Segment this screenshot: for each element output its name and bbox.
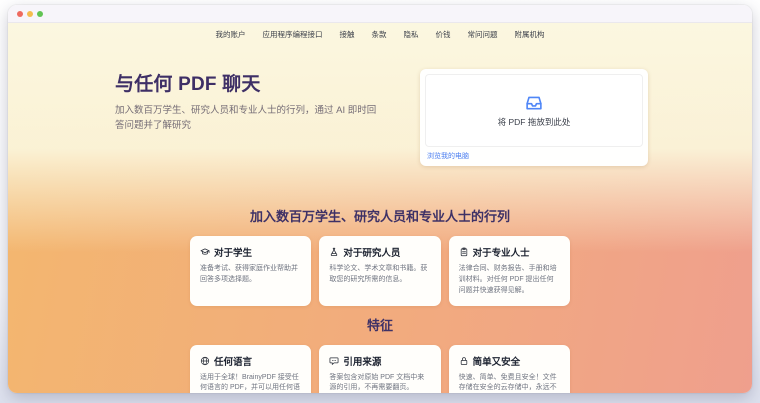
- card-title: 引用来源: [343, 354, 381, 368]
- card-title: 简单又安全: [473, 354, 521, 368]
- card-body: 快速、简单、免费且安全！文件存储在安全的云存储中，永远不会共享。: [459, 373, 560, 393]
- clipboard-icon: [459, 247, 469, 257]
- card-title: 任何语言: [214, 354, 252, 368]
- inbox-icon: [524, 93, 544, 113]
- card-body: 准备考试、获得家庭作业帮助并回答多项选择题。: [200, 264, 301, 286]
- card-body: 答案包含对原始 PDF 文档中来源的引用，不再需要翻页。: [329, 373, 430, 393]
- card-title: 对于专业人士: [473, 245, 530, 259]
- pdf-dropzone[interactable]: 将 PDF 拖放到此处: [425, 74, 643, 147]
- dropzone-label: 将 PDF 拖放到此处: [498, 116, 571, 128]
- minimize-button[interactable]: [27, 11, 33, 17]
- card-simple-secure: 简单又安全 快速、简单、免费且安全！文件存储在安全的云存储中，永远不会共享。: [449, 345, 570, 393]
- main-nav: 我的账户 应用程序编程接口 接触 条款 隐私 价钱 常问问题 附属机构: [8, 23, 752, 45]
- card-for-students: 对于学生 准备考试、获得家庭作业帮助并回答多项选择题。: [190, 236, 311, 306]
- lock-icon: [459, 356, 469, 366]
- card-body: 法律合同、财务报告、手册和培训材料。对任何 PDF 提出任何问题并快速获得见解。: [459, 264, 560, 297]
- audience-section-heading: 加入数百万学生、研究人员和专业人士的行列: [8, 206, 752, 225]
- zoom-button[interactable]: [37, 11, 43, 17]
- features-section-heading: 特征: [8, 315, 752, 334]
- browse-computer-link[interactable]: 浏览我的电脑: [425, 147, 471, 161]
- hero-subtitle: 加入数百万学生、研究人员和专业人士的行列，通过 AI 即时回答问题并了解研究: [115, 104, 377, 133]
- hero-section: 与任何 PDF 聊天 加入数百万学生、研究人员和专业人士的行列，通过 AI 即时…: [8, 45, 752, 186]
- card-title-row: 简单又安全: [459, 354, 560, 368]
- audience-cards: 对于学生 准备考试、获得家庭作业帮助并回答多项选择题。 对于研究人员 科学论文、…: [190, 236, 570, 306]
- card-title-row: 对于学生: [200, 245, 301, 259]
- card-title-row: 对于研究人员: [329, 245, 430, 259]
- quote-bubble-icon: [329, 356, 339, 366]
- graduation-cap-icon: [200, 247, 210, 257]
- pdf-upload-card: 将 PDF 拖放到此处 浏览我的电脑: [420, 69, 648, 166]
- card-body: 适用于全球！BrainyPDF 接受任何语言的 PDF，并可以用任何语言聊天。: [200, 373, 301, 393]
- nav-item-faq[interactable]: 常问问题: [468, 29, 498, 40]
- window-titlebar: [8, 5, 752, 23]
- card-for-researchers: 对于研究人员 科学论文、学术文章和书籍。获取您的研究所需的信息。: [319, 236, 440, 306]
- nav-item-terms[interactable]: 条款: [372, 29, 387, 40]
- flask-icon: [329, 247, 339, 257]
- nav-item-api[interactable]: 应用程序编程接口: [263, 29, 323, 40]
- card-body: 科学论文、学术文章和书籍。获取您的研究所需的信息。: [329, 264, 430, 286]
- card-title-row: 引用来源: [329, 354, 430, 368]
- close-button[interactable]: [17, 11, 23, 17]
- page-content: 我的账户 应用程序编程接口 接触 条款 隐私 价钱 常问问题 附属机构 与任何 …: [8, 23, 752, 393]
- card-title-row: 对于专业人士: [459, 245, 560, 259]
- hero-text: 与任何 PDF 聊天 加入数百万学生、研究人员和专业人士的行列，通过 AI 即时…: [115, 69, 385, 133]
- card-cited-sources: 引用来源 答案包含对原始 PDF 文档中来源的引用，不再需要翻页。: [319, 345, 440, 393]
- nav-item-my-account[interactable]: 我的账户: [216, 29, 246, 40]
- card-title-row: 任何语言: [200, 354, 301, 368]
- nav-item-pricing[interactable]: 价钱: [436, 29, 451, 40]
- card-for-professionals: 对于专业人士 法律合同、财务报告、手册和培训材料。对任何 PDF 提出任何问题并…: [449, 236, 570, 306]
- card-title: 对于学生: [214, 245, 252, 259]
- browser-window: 我的账户 应用程序编程接口 接触 条款 隐私 价钱 常问问题 附属机构 与任何 …: [8, 5, 752, 393]
- globe-icon: [200, 356, 210, 366]
- card-any-language: 任何语言 适用于全球！BrainyPDF 接受任何语言的 PDF，并可以用任何语…: [190, 345, 311, 393]
- nav-item-contact[interactable]: 接触: [340, 29, 355, 40]
- nav-item-privacy[interactable]: 隐私: [404, 29, 419, 40]
- nav-item-affiliates[interactable]: 附属机构: [515, 29, 545, 40]
- feature-cards: 任何语言 适用于全球！BrainyPDF 接受任何语言的 PDF，并可以用任何语…: [190, 345, 570, 393]
- page-title: 与任何 PDF 聊天: [115, 69, 385, 96]
- card-title: 对于研究人员: [343, 245, 400, 259]
